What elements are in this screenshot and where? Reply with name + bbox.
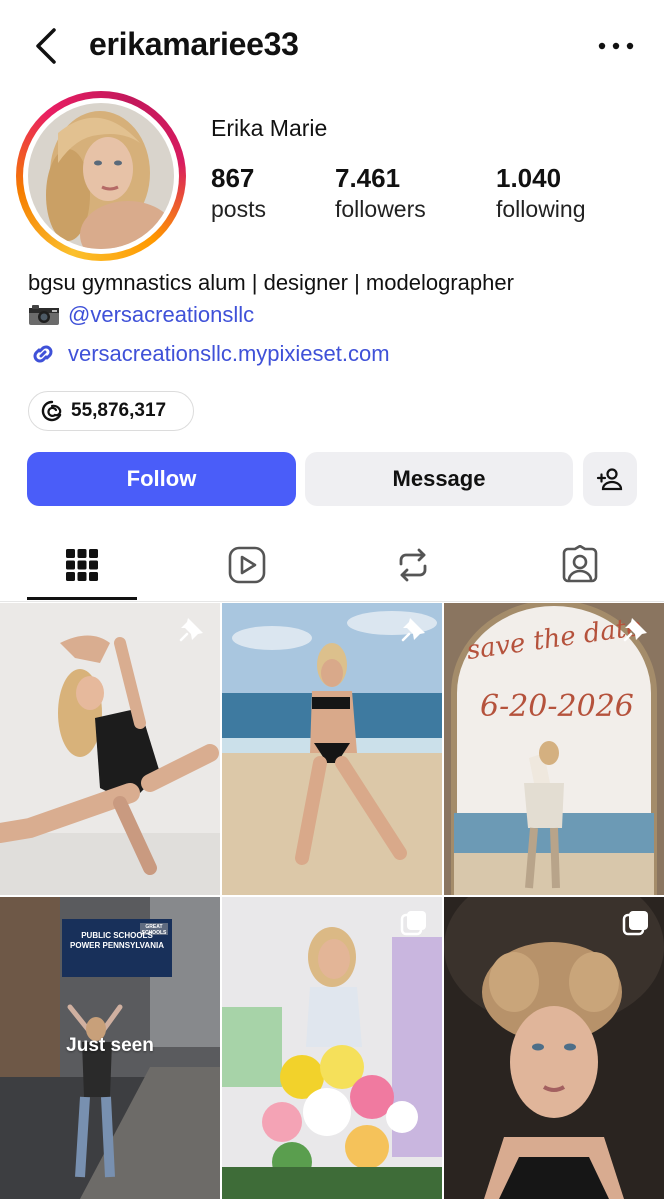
story-ring[interactable] — [16, 91, 186, 261]
stat-posts[interactable]: 867 posts — [211, 163, 266, 223]
add-user-icon — [596, 468, 623, 491]
message-button[interactable]: Message — [305, 452, 573, 506]
display-name: Erika Marie — [211, 115, 328, 141]
stat-followers-count: 7.461 — [335, 163, 401, 193]
just-seen-label: Just seen — [66, 1035, 154, 1056]
post-tile-1[interactable] — [0, 603, 220, 895]
stat-following-label: following — [496, 196, 586, 222]
active-tab-indicator — [27, 597, 137, 600]
tab-reposts[interactable] — [358, 530, 468, 600]
repost-icon — [399, 548, 427, 582]
bio-mention-row: @versacreationsllc — [28, 302, 254, 328]
stat-posts-label: posts — [211, 196, 266, 222]
wedding-date-text: 6-20-2026 — [480, 689, 634, 724]
profile-tabs — [0, 530, 664, 602]
carousel-icon — [622, 911, 648, 936]
reels-icon — [228, 546, 266, 584]
post-tile-5[interactable] — [222, 897, 442, 1199]
threads-count: 55,876,317 — [71, 400, 167, 421]
billboard-text-2: POWER PENNSYLVANIA — [70, 941, 164, 950]
pinned-icon — [401, 618, 425, 642]
bio-mention-link[interactable]: @versacreationsllc — [68, 302, 254, 328]
more-horizontal-icon[interactable] — [596, 34, 636, 58]
tab-reels[interactable] — [192, 530, 302, 600]
billboard-logo: GREAT SCHOOLS — [141, 924, 167, 936]
tab-grid[interactable] — [27, 530, 137, 600]
link-icon — [33, 345, 53, 363]
camera-icon — [29, 305, 59, 325]
post-tile-4[interactable]: PUBLIC SCHOOLS POWER PENNSYLVANIA GREAT … — [0, 897, 220, 1199]
stat-followers-label: followers — [335, 196, 426, 222]
pinned-icon — [623, 618, 647, 642]
suggested-users-button[interactable] — [583, 452, 637, 506]
post-tile-6[interactable] — [444, 897, 664, 1199]
carousel-icon — [400, 911, 426, 936]
pinned-icon — [179, 618, 203, 642]
tagged-user-icon — [562, 545, 598, 583]
stat-posts-count: 867 — [211, 163, 255, 193]
bio-link-row[interactable]: versacreationsllc.mypixieset.com — [28, 339, 390, 369]
stat-following[interactable]: 1.040 following — [496, 163, 586, 223]
post-tile-2[interactable] — [222, 603, 442, 895]
profile-username: erikamariee33 — [89, 26, 299, 62]
threads-icon — [41, 400, 62, 422]
grid-icon — [66, 549, 98, 581]
tab-tagged[interactable] — [525, 530, 635, 600]
avatar — [28, 103, 174, 249]
stat-following-count: 1.040 — [496, 163, 562, 193]
top-bar: erikamariee33 — [0, 0, 664, 94]
posts-grid: save the date 6-20-2026 PUBLIC SCHOOLS P… — [0, 603, 664, 1199]
stat-followers[interactable]: 7.461 followers — [335, 163, 426, 223]
bio-external-link[interactable]: versacreationsllc.mypixieset.com — [68, 341, 390, 367]
bio-text: bgsu gymnastics alum | designer | modelo… — [28, 270, 514, 295]
threads-badge[interactable]: 55,876,317 — [28, 391, 194, 431]
chevron-left-icon[interactable] — [30, 26, 66, 66]
follow-button[interactable]: Follow — [27, 452, 296, 506]
post-tile-3[interactable]: save the date 6-20-2026 — [444, 603, 664, 895]
